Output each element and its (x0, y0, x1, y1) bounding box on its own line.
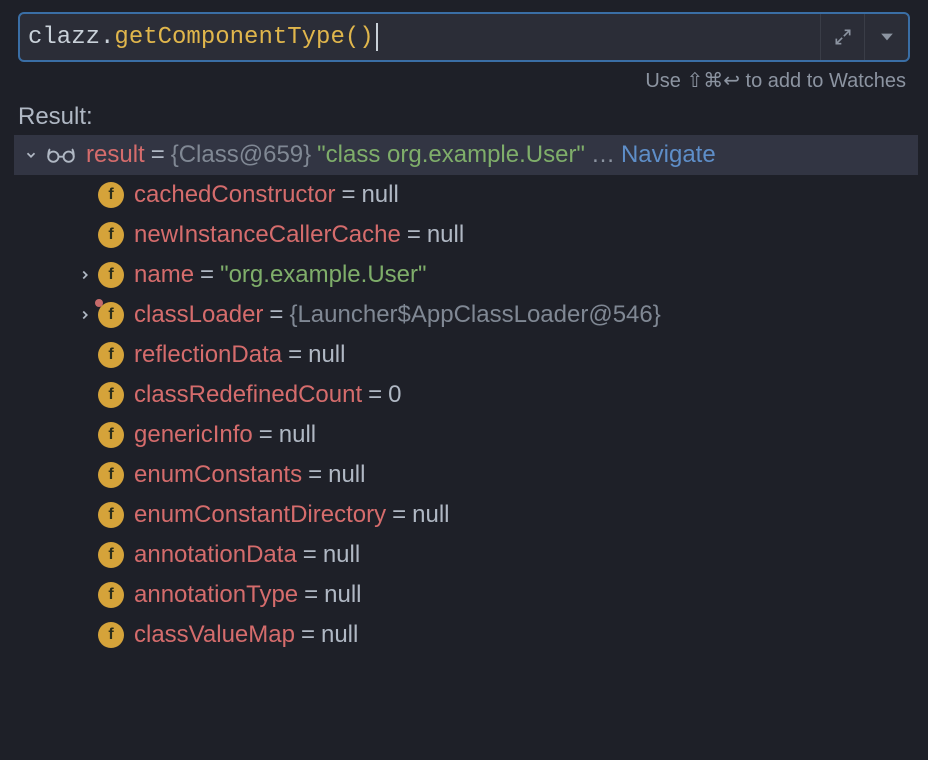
history-dropdown-button[interactable] (864, 14, 908, 60)
field-value: null (361, 181, 398, 209)
field-eq: = (301, 621, 315, 649)
field-name: reflectionData (134, 341, 282, 369)
chevron-right-icon (78, 308, 92, 322)
field-icon: f (98, 502, 124, 528)
tree-toggle[interactable] (18, 148, 44, 162)
field-icon: f (98, 302, 124, 328)
field-name: cachedConstructor (134, 181, 335, 209)
expr-method: getComponentType (114, 24, 344, 51)
field-eq: = (341, 181, 355, 209)
field-icon: f (98, 222, 124, 248)
field-eq: = (200, 261, 214, 289)
field-eq: = (303, 541, 317, 569)
text-caret (376, 23, 378, 51)
field-value: null (412, 501, 449, 529)
root-value: "class org.example.User" (317, 141, 585, 169)
root-eq: = (151, 141, 165, 169)
expand-icon (833, 27, 853, 47)
field-name: annotationData (134, 541, 297, 569)
field-value: null (427, 221, 464, 249)
field-value: null (323, 541, 360, 569)
field-eq: = (392, 501, 406, 529)
tree-field-row[interactable]: f classValueMap=null (14, 615, 918, 655)
field-icon: f (98, 422, 124, 448)
field-value: null (279, 421, 316, 449)
field-icon: f (98, 182, 124, 208)
chevron-down-icon (24, 148, 38, 162)
field-name: classLoader (134, 301, 263, 329)
result-label: Result: (18, 103, 928, 131)
tree-field-row[interactable]: f annotationData=null (14, 535, 918, 575)
expression-bar: clazz.getComponentType() (18, 12, 910, 62)
tree-field-row[interactable]: f classRedefinedCount=0 (14, 375, 918, 415)
field-icon: f (98, 542, 124, 568)
tree-field-row[interactable]: f enumConstantDirectory=null (14, 495, 918, 535)
field-value: 0 (388, 381, 401, 409)
field-icon: f (98, 342, 124, 368)
field-value: null (328, 461, 365, 489)
field-icon: f (98, 622, 124, 648)
field-name: classRedefinedCount (134, 381, 362, 409)
field-value: null (308, 341, 345, 369)
field-eq: = (259, 421, 273, 449)
field-eq: = (308, 461, 322, 489)
tree-root-row[interactable]: result = {Class@659} "class org.example.… (14, 135, 918, 175)
field-eq: = (288, 341, 302, 369)
field-eq: = (368, 381, 382, 409)
field-value: null (324, 581, 361, 609)
field-eq: = (304, 581, 318, 609)
tree-toggle[interactable] (72, 308, 98, 322)
add-to-watches-hint: Use ⇧⌘↩ to add to Watches (0, 68, 906, 93)
root-ellipsis: … (591, 141, 615, 169)
tree-field-row[interactable]: f reflectionData=null (14, 335, 918, 375)
tree-field-row[interactable]: f genericInfo=null (14, 415, 918, 455)
chevron-right-icon (78, 268, 92, 282)
result-tree: result = {Class@659} "class org.example.… (14, 135, 918, 655)
field-icon: f (98, 582, 124, 608)
expr-dot: . (100, 24, 114, 51)
field-name: name (134, 261, 194, 289)
expand-button[interactable] (820, 14, 864, 60)
field-name: classValueMap (134, 621, 295, 649)
tree-field-row[interactable]: f enumConstants=null (14, 455, 918, 495)
tree-field-row[interactable]: f classLoader={Launcher$AppClassLoader@54… (14, 295, 918, 335)
field-eq: = (269, 301, 283, 329)
field-icon: f (98, 462, 124, 488)
field-eq: = (407, 221, 421, 249)
field-value: "org.example.User" (220, 261, 426, 289)
root-type: {Class@659} (171, 141, 311, 169)
tree-field-row[interactable]: fname="org.example.User" (14, 255, 918, 295)
chevron-down-icon (877, 27, 897, 47)
field-name: enumConstants (134, 461, 302, 489)
field-icon: f (98, 262, 124, 288)
field-name: enumConstantDirectory (134, 501, 386, 529)
tree-field-row[interactable]: f annotationType=null (14, 575, 918, 615)
watch-icon (44, 145, 78, 165)
field-value: {Launcher$AppClassLoader@546} (289, 301, 660, 329)
field-name: annotationType (134, 581, 298, 609)
field-name: genericInfo (134, 421, 253, 449)
root-name: result (86, 141, 145, 169)
tree-field-row[interactable]: f cachedConstructor=null (14, 175, 918, 215)
expression-input[interactable]: clazz.getComponentType() (20, 14, 820, 60)
expr-paren-close: ) (359, 24, 373, 51)
tree-field-row[interactable]: f newInstanceCallerCache=null (14, 215, 918, 255)
navigate-link[interactable]: Navigate (621, 141, 716, 169)
expr-object: clazz (28, 24, 100, 51)
field-value: null (321, 621, 358, 649)
field-name: newInstanceCallerCache (134, 221, 401, 249)
tree-toggle[interactable] (72, 268, 98, 282)
field-icon: f (98, 382, 124, 408)
expr-paren-open: ( (345, 24, 359, 51)
